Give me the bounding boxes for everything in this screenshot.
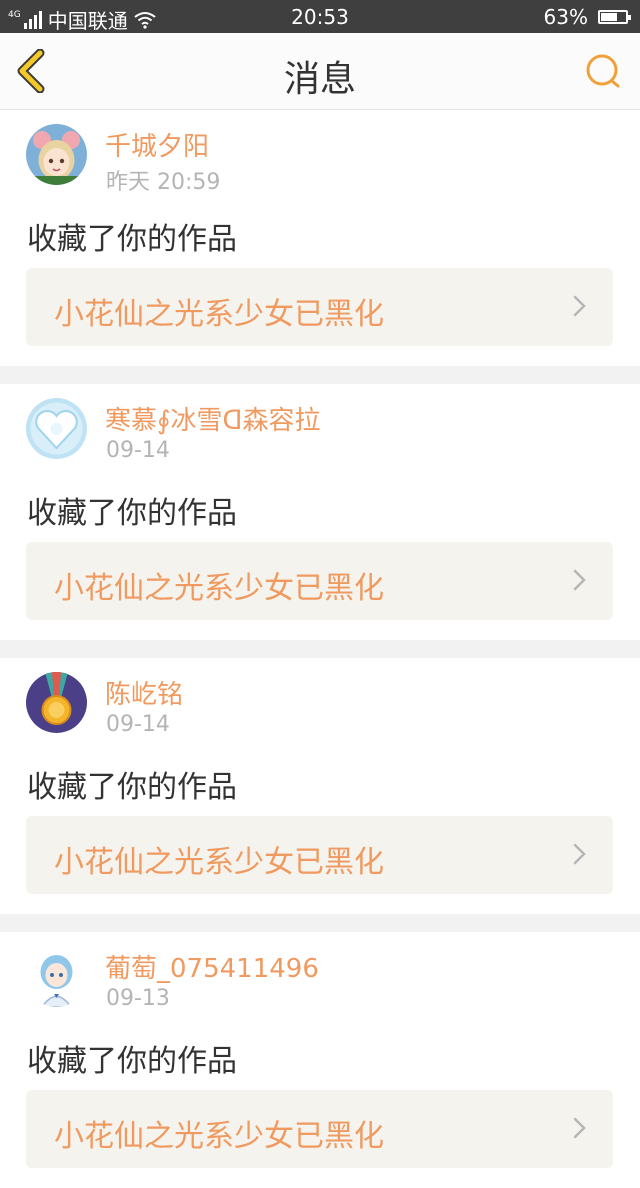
notification-item: 寒慕∮冰雪ᗡ森容拉 09-14 收藏了你的作品 小花仙之光系少女已黑化 — [0, 384, 640, 640]
work-title: 小花仙之光系少女已黑化 — [54, 571, 384, 606]
user-name[interactable]: 陈屹铭 — [105, 674, 183, 711]
chevron-right-icon — [573, 295, 586, 317]
chevron-right-icon — [573, 569, 586, 591]
work-link[interactable]: 小花仙之光系少女已黑化 — [26, 816, 613, 894]
battery-group: 63% — [543, 5, 631, 29]
avatar[interactable] — [26, 124, 87, 185]
anime-girl-avatar-icon — [26, 124, 87, 185]
battery-percent: 63% — [543, 5, 588, 29]
work-link[interactable]: 小花仙之光系少女已黑化 — [26, 542, 613, 620]
timestamp: 昨天 20:59 — [106, 170, 221, 195]
notification-item: 葡萄_075411496 09-13 收藏了你的作品 小花仙之光系少女已黑化 — [0, 932, 640, 1188]
divider — [0, 366, 640, 384]
ice-heart-avatar-icon — [26, 398, 87, 459]
user-name[interactable]: 千城夕阳 — [105, 126, 209, 163]
medal-avatar-icon — [26, 672, 87, 733]
search-icon[interactable] — [584, 52, 624, 92]
action-text: 收藏了你的作品 — [27, 1044, 237, 1079]
action-text: 收藏了你的作品 — [27, 222, 237, 257]
notification-item: 千城夕阳 昨天 20:59 收藏了你的作品 小花仙之光系少女已黑化 — [0, 110, 640, 366]
notification-item: 陈屹铭 09-14 收藏了你的作品 小花仙之光系少女已黑化 — [0, 658, 640, 914]
timestamp: 09-14 — [106, 438, 170, 463]
timestamp: 09-14 — [106, 712, 170, 737]
work-title: 小花仙之光系少女已黑化 — [54, 1119, 384, 1154]
work-link[interactable]: 小花仙之光系少女已黑化 — [26, 268, 613, 346]
user-name[interactable]: 葡萄_075411496 — [105, 948, 319, 985]
page-title: 消息 — [283, 59, 356, 100]
status-bar: 4G 中国联通 20:53 63% — [0, 0, 640, 33]
work-title: 小花仙之光系少女已黑化 — [54, 297, 384, 332]
work-link[interactable]: 小花仙之光系少女已黑化 — [26, 1090, 613, 1168]
nav-bar: 消息 — [0, 33, 640, 110]
avatar[interactable] — [26, 672, 87, 733]
chevron-right-icon — [573, 1117, 586, 1139]
avatar[interactable] — [26, 946, 87, 1007]
timestamp: 09-13 — [106, 986, 170, 1011]
anime-character-avatar-icon — [26, 946, 87, 1007]
avatar[interactable] — [26, 398, 87, 459]
chevron-right-icon — [573, 843, 586, 865]
divider — [0, 640, 640, 658]
divider — [0, 914, 640, 932]
battery-icon — [598, 10, 631, 24]
notification-list: 千城夕阳 昨天 20:59 收藏了你的作品 小花仙之光系少女已黑化 寒慕∮冰雪ᗡ… — [0, 110, 640, 1188]
work-title: 小花仙之光系少女已黑化 — [54, 845, 384, 880]
action-text: 收藏了你的作品 — [27, 770, 237, 805]
action-text: 收藏了你的作品 — [27, 496, 237, 531]
user-name[interactable]: 寒慕∮冰雪ᗡ森容拉 — [105, 400, 321, 437]
